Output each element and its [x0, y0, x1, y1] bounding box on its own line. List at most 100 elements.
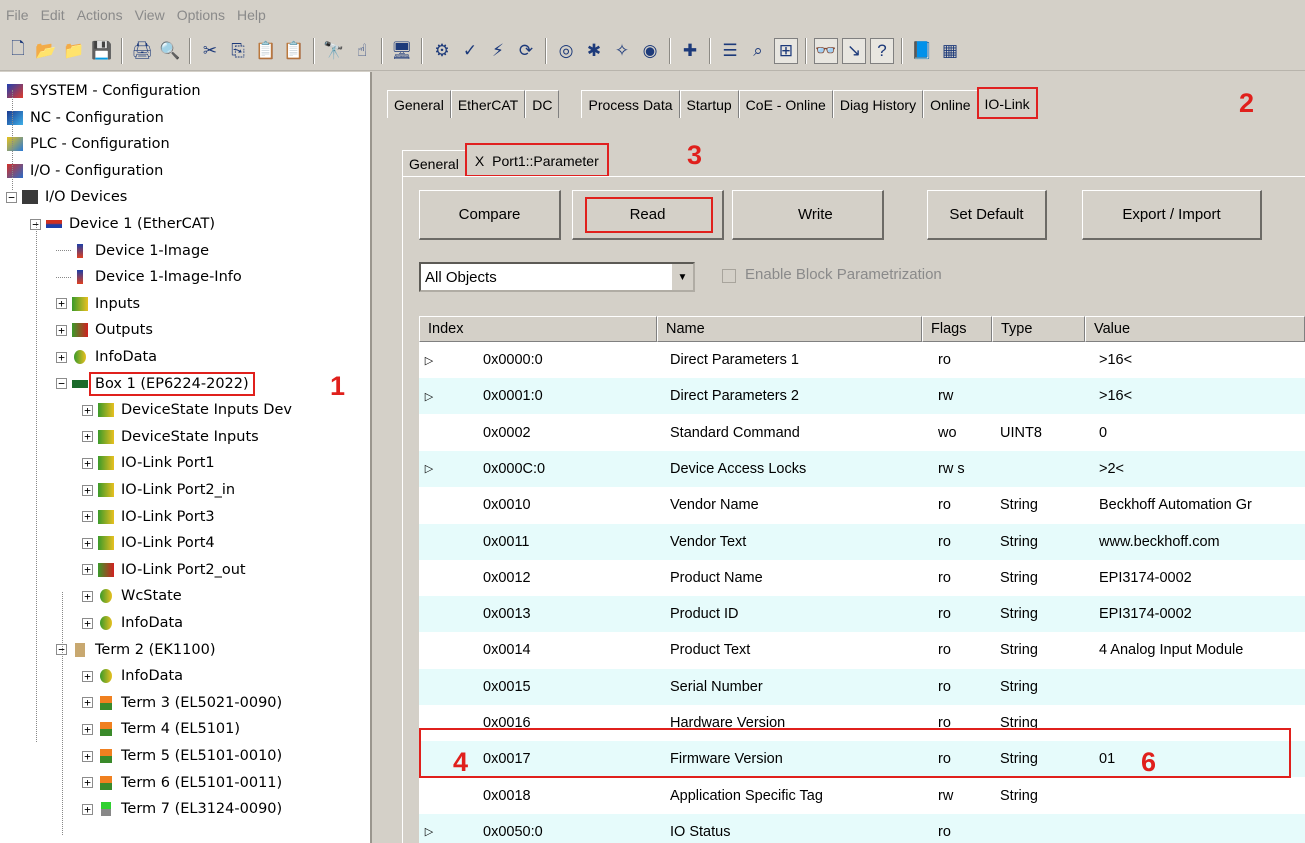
tree-item[interactable]: PLC - Configuration: [6, 131, 172, 157]
tree-item[interactable]: + InfoData: [56, 344, 159, 370]
expand-icon[interactable]: +: [82, 564, 93, 576]
table-row[interactable]: 0x0018 Application Specific Tag rw String: [419, 778, 1305, 814]
collapse-icon[interactable]: −: [56, 378, 67, 390]
print-preview-icon[interactable]: 🔍: [158, 38, 182, 64]
menu-view[interactable]: View: [129, 7, 171, 23]
tree-item[interactable]: + IO-Link Port4: [82, 530, 217, 556]
save-icon[interactable]: 💾: [90, 38, 114, 64]
tree-item[interactable]: SYSTEM - Configuration: [6, 78, 203, 104]
parameter-table[interactable]: Index Name Flags Type Value ▷ 0x0000:0 Dir…: [419, 316, 1305, 843]
chevron-down-icon[interactable]: ▼: [671, 264, 693, 290]
menu-options[interactable]: Options: [171, 7, 231, 23]
config-mode-icon[interactable]: ⚙: [430, 38, 454, 64]
list-icon[interactable]: ☰: [718, 38, 742, 64]
expand-row-icon[interactable]: [419, 669, 439, 705]
tree-item[interactable]: I/O - Configuration: [6, 158, 165, 184]
print-icon[interactable]: 🖨: [130, 38, 154, 64]
tree-item[interactable]: + Inputs: [56, 291, 142, 317]
tree-item[interactable]: + IO-Link Port2_out: [82, 557, 248, 583]
tab-iolink-general[interactable]: General: [402, 150, 466, 176]
expand-row-icon[interactable]: [419, 415, 439, 451]
activate-icon[interactable]: ⚡: [486, 38, 510, 64]
online-icon[interactable]: ↘: [842, 37, 866, 64]
expand-row-icon[interactable]: [419, 524, 439, 560]
tree-item[interactable]: + DeviceState Inputs Dev: [82, 397, 294, 423]
tab-coe-online[interactable]: CoE - Online: [738, 90, 833, 118]
expand-icon[interactable]: +: [82, 511, 93, 523]
network-icon[interactable]: ⊞: [774, 37, 798, 64]
expand-icon[interactable]: +: [82, 670, 93, 682]
add-icon[interactable]: ✚: [678, 38, 702, 64]
col-header-type[interactable]: Type: [992, 316, 1085, 342]
expand-icon[interactable]: +: [82, 590, 93, 602]
tab-port1-parameter[interactable]: X Port1::Parameter: [464, 143, 609, 177]
table-row[interactable]: ▷ 0x0000:0 Direct Parameters 1 ro >16<: [419, 342, 1305, 378]
menu-help[interactable]: Help: [231, 7, 272, 23]
table-row[interactable]: 0x0012 Product Name ro String EPI3174-0002: [419, 560, 1305, 596]
expand-row-icon[interactable]: [419, 596, 439, 632]
expand-row-icon[interactable]: [419, 705, 439, 741]
settings-wand-icon[interactable]: ✧: [610, 38, 634, 64]
table-row[interactable]: 0x0010 Vendor Name ro String Beckhoff Automa…: [419, 487, 1305, 523]
object-filter-select[interactable]: All Objects ▼: [419, 262, 695, 292]
expand-icon[interactable]: +: [82, 803, 93, 815]
expand-icon[interactable]: +: [56, 351, 67, 363]
open-folder-icon[interactable]: 📂: [34, 38, 58, 64]
menu-edit[interactable]: Edit: [35, 7, 71, 23]
table-row[interactable]: 0x0015 Serial Number ro String: [419, 668, 1305, 705]
target-system-icon[interactable]: ◎: [554, 38, 578, 64]
tree-item[interactable]: Device 1-Image-Info: [56, 264, 244, 290]
expand-row-icon[interactable]: ▷: [419, 342, 439, 378]
tree-item[interactable]: − I/O Devices: [6, 184, 129, 210]
expand-row-icon[interactable]: [419, 778, 439, 814]
calc-icon[interactable]: ▦: [938, 38, 962, 64]
scan-icon[interactable]: ✱: [582, 38, 606, 64]
expand-icon[interactable]: +: [56, 324, 67, 336]
set-default-button[interactable]: Set Default: [927, 190, 1047, 240]
tree-item[interactable]: + InfoData: [82, 610, 185, 636]
expand-icon[interactable]: +: [82, 723, 93, 735]
tree-item[interactable]: + Term 3 (EL5021-0090): [82, 690, 284, 716]
expand-row-icon[interactable]: [419, 741, 439, 777]
open-project-icon[interactable]: 📁: [62, 38, 86, 64]
restart-icon[interactable]: ⟳: [514, 38, 538, 64]
tree-item[interactable]: + Term 6 (EL5101-0011): [82, 770, 284, 796]
table-row[interactable]: ▷ 0x0001:0 Direct Parameters 2 rw >16<: [419, 378, 1305, 415]
expand-row-icon[interactable]: ▷: [419, 378, 439, 414]
expand-icon[interactable]: +: [82, 404, 93, 416]
table-row[interactable]: ▷ 0x0050:0 IO Status ro: [419, 813, 1305, 843]
tab-io-link[interactable]: IO-Link: [976, 87, 1038, 119]
tab-general[interactable]: General: [387, 90, 451, 118]
table-row[interactable]: 0x0017 Firmware Version ro String 01: [419, 741, 1305, 778]
monitor-icon[interactable]: 🖥: [390, 38, 414, 64]
tab-ethercat[interactable]: EtherCAT: [450, 90, 526, 118]
glasses-icon[interactable]: 👓: [814, 37, 838, 64]
expand-icon[interactable]: +: [82, 617, 93, 629]
expand-row-icon[interactable]: ▷: [419, 451, 439, 487]
expand-icon[interactable]: +: [82, 484, 93, 496]
tree-item[interactable]: + IO-Link Port3: [82, 504, 217, 530]
table-row[interactable]: ▷ 0x000C:0 Device Access Locks rw s >2<: [419, 450, 1305, 487]
tree-item[interactable]: + IO-Link Port1: [82, 450, 217, 476]
cut-icon[interactable]: ✂: [198, 38, 222, 64]
table-row[interactable]: 0x0014 Product Text ro String 4 Analog Input…: [419, 632, 1305, 668]
tree-item[interactable]: + Term 5 (EL5101-0010): [82, 743, 284, 769]
expand-row-icon[interactable]: [419, 560, 439, 596]
table-row[interactable]: 0x0013 Product ID ro String EPI3174-0002: [419, 596, 1305, 633]
menu-file[interactable]: File: [0, 7, 35, 23]
new-file-icon[interactable]: 🗋: [6, 38, 30, 64]
expand-row-icon[interactable]: [419, 632, 439, 668]
copy-icon[interactable]: ⎘: [226, 38, 250, 64]
tab-process-data[interactable]: Process Data: [581, 90, 680, 118]
tree-item[interactable]: + Outputs: [56, 317, 155, 343]
table-row[interactable]: 0x0002 Standard Command wo UINT8 0: [419, 415, 1305, 451]
book-icon[interactable]: 📘: [910, 38, 934, 64]
table-row[interactable]: 0x0016 Hardware Version ro String: [419, 705, 1305, 741]
expand-icon[interactable]: +: [82, 697, 93, 709]
expand-row-icon[interactable]: ▷: [419, 814, 439, 843]
tree-item[interactable]: + DeviceState Inputs: [82, 424, 261, 450]
tree-item[interactable]: NC - Configuration: [6, 105, 166, 131]
paste-special-icon[interactable]: 📋: [282, 38, 306, 64]
tree-item[interactable]: Device 1-Image: [56, 238, 211, 264]
menu-actions[interactable]: Actions: [71, 7, 129, 23]
